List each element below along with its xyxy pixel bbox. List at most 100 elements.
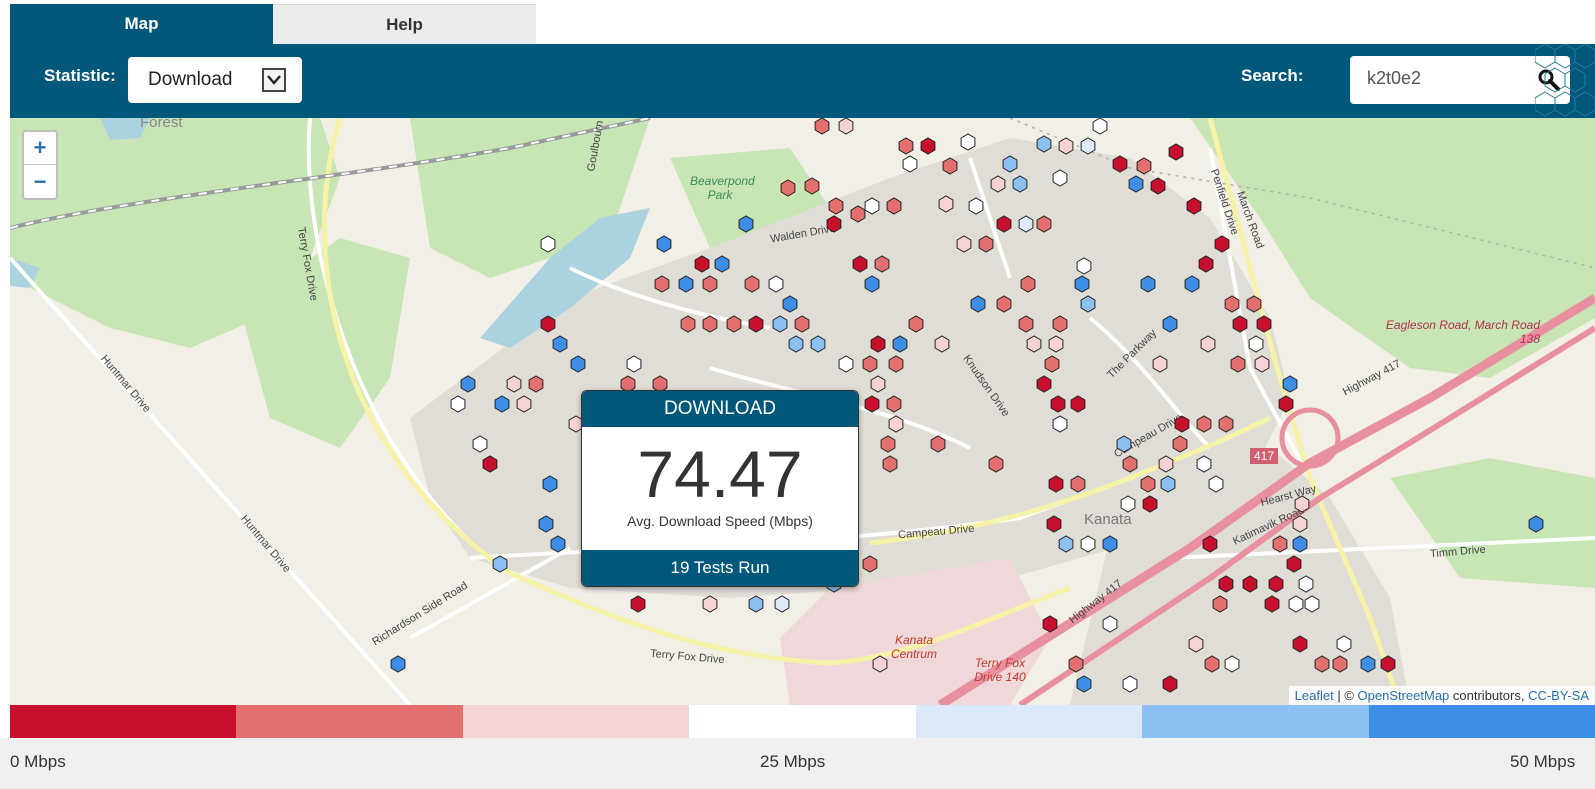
speed-hex-marker[interactable]	[772, 315, 788, 333]
speed-hex-marker[interactable]	[888, 415, 904, 433]
speed-hex-marker[interactable]	[1224, 655, 1240, 673]
zoom-out-button[interactable]: −	[24, 165, 56, 198]
map-view[interactable]: Beaverpond Park Kanata Kanata Centrum Te…	[10, 118, 1595, 705]
speed-hex-marker[interactable]	[782, 295, 798, 313]
speed-hex-marker[interactable]	[1102, 535, 1118, 553]
speed-hex-marker[interactable]	[570, 355, 586, 373]
speed-hex-marker[interactable]	[828, 197, 844, 215]
speed-hex-marker[interactable]	[492, 555, 508, 573]
speed-hex-marker[interactable]	[1036, 215, 1052, 233]
speed-hex-marker[interactable]	[680, 315, 696, 333]
speed-hex-marker[interactable]	[1264, 595, 1280, 613]
speed-hex-marker[interactable]	[1254, 355, 1270, 373]
speed-hex-marker[interactable]	[1152, 355, 1168, 373]
speed-hex-marker[interactable]	[1150, 177, 1166, 195]
osm-link[interactable]: OpenStreetMap	[1358, 688, 1450, 703]
speed-hex-marker[interactable]	[874, 255, 890, 273]
speed-hex-marker[interactable]	[1046, 515, 1062, 533]
speed-hex-marker[interactable]	[1112, 155, 1128, 173]
speed-hex-marker[interactable]	[1122, 455, 1138, 473]
speed-hex-marker[interactable]	[1048, 475, 1064, 493]
speed-hex-marker[interactable]	[1058, 535, 1074, 553]
speed-hex-marker[interactable]	[1286, 555, 1302, 573]
speed-hex-marker[interactable]	[1198, 255, 1214, 273]
speed-hex-marker[interactable]	[864, 197, 880, 215]
license-link[interactable]: CC-BY-SA	[1528, 688, 1589, 703]
speed-hex-marker[interactable]	[1070, 475, 1086, 493]
speed-hex-marker[interactable]	[1380, 655, 1396, 673]
speed-hex-marker[interactable]	[472, 435, 488, 453]
speed-hex-marker[interactable]	[1018, 315, 1034, 333]
speed-hex-marker[interactable]	[748, 315, 764, 333]
speed-hex-marker[interactable]	[1070, 395, 1086, 413]
speed-hex-marker[interactable]	[1200, 335, 1216, 353]
speed-hex-marker[interactable]	[886, 395, 902, 413]
speed-hex-marker[interactable]	[1256, 315, 1272, 333]
speed-hex-marker[interactable]	[702, 275, 718, 293]
speed-hex-marker[interactable]	[902, 155, 918, 173]
speed-hex-marker[interactable]	[1242, 575, 1258, 593]
speed-hex-marker[interactable]	[880, 435, 896, 453]
speed-hex-marker[interactable]	[1288, 595, 1304, 613]
speed-hex-marker[interactable]	[810, 335, 826, 353]
speed-hex-marker[interactable]	[850, 205, 866, 223]
speed-hex-marker[interactable]	[920, 137, 936, 155]
speed-hex-marker[interactable]	[978, 235, 994, 253]
speed-hex-marker[interactable]	[1142, 495, 1158, 513]
speed-hex-marker[interactable]	[864, 395, 880, 413]
speed-hex-marker[interactable]	[1018, 215, 1034, 233]
speed-hex-marker[interactable]	[1184, 275, 1200, 293]
speed-hex-marker[interactable]	[726, 315, 742, 333]
speed-hex-marker[interactable]	[870, 335, 886, 353]
speed-hex-marker[interactable]	[1248, 335, 1264, 353]
speed-hex-marker[interactable]	[774, 595, 790, 613]
speed-hex-marker[interactable]	[1168, 143, 1184, 161]
speed-hex-marker[interactable]	[768, 275, 784, 293]
speed-hex-marker[interactable]	[988, 455, 1004, 473]
speed-hex-marker[interactable]	[552, 335, 568, 353]
speed-hex-marker[interactable]	[886, 197, 902, 215]
speed-hex-marker[interactable]	[1174, 415, 1190, 433]
speed-hex-marker[interactable]	[1080, 535, 1096, 553]
speed-hex-marker[interactable]	[1158, 455, 1174, 473]
speed-hex-marker[interactable]	[852, 255, 868, 273]
speed-hex-marker[interactable]	[482, 455, 498, 473]
speed-hex-marker[interactable]	[1332, 655, 1348, 673]
speed-hex-marker[interactable]	[460, 375, 476, 393]
speed-hex-marker[interactable]	[626, 355, 642, 373]
speed-hex-marker[interactable]	[908, 315, 924, 333]
leaflet-link[interactable]: Leaflet	[1295, 688, 1334, 703]
speed-hex-marker[interactable]	[996, 295, 1012, 313]
speed-hex-marker[interactable]	[1002, 155, 1018, 173]
speed-hex-marker[interactable]	[738, 215, 754, 233]
speed-hex-marker[interactable]	[1294, 495, 1310, 513]
speed-hex-marker[interactable]	[702, 595, 718, 613]
speed-hex-marker[interactable]	[1140, 275, 1156, 293]
speed-hex-marker[interactable]	[838, 118, 854, 135]
speed-hex-marker[interactable]	[864, 275, 880, 293]
speed-hex-marker[interactable]	[1282, 375, 1298, 393]
speed-hex-marker[interactable]	[694, 255, 710, 273]
speed-hex-marker[interactable]	[1116, 435, 1132, 453]
speed-hex-marker[interactable]	[1128, 175, 1144, 193]
speed-hex-marker[interactable]	[1058, 137, 1074, 155]
speed-hex-marker[interactable]	[826, 215, 842, 233]
speed-hex-marker[interactable]	[870, 375, 886, 393]
speed-hex-marker[interactable]	[516, 395, 532, 413]
speed-hex-marker[interactable]	[1218, 575, 1234, 593]
search-input[interactable]	[1367, 68, 1517, 89]
speed-hex-marker[interactable]	[1246, 295, 1262, 313]
speed-hex-marker[interactable]	[938, 195, 954, 213]
speed-hex-marker[interactable]	[540, 235, 556, 253]
speed-hex-marker[interactable]	[1196, 415, 1212, 433]
speed-hex-marker[interactable]	[1048, 335, 1064, 353]
speed-hex-marker[interactable]	[1208, 475, 1224, 493]
speed-hex-marker[interactable]	[996, 215, 1012, 233]
speed-hex-marker[interactable]	[1042, 615, 1058, 633]
speed-hex-marker[interactable]	[1080, 137, 1096, 155]
speed-hex-marker[interactable]	[1036, 135, 1052, 153]
speed-hex-marker[interactable]	[1278, 395, 1294, 413]
zoom-in-button[interactable]: +	[24, 132, 56, 165]
speed-hex-marker[interactable]	[1162, 675, 1178, 693]
speed-hex-marker[interactable]	[744, 275, 760, 293]
